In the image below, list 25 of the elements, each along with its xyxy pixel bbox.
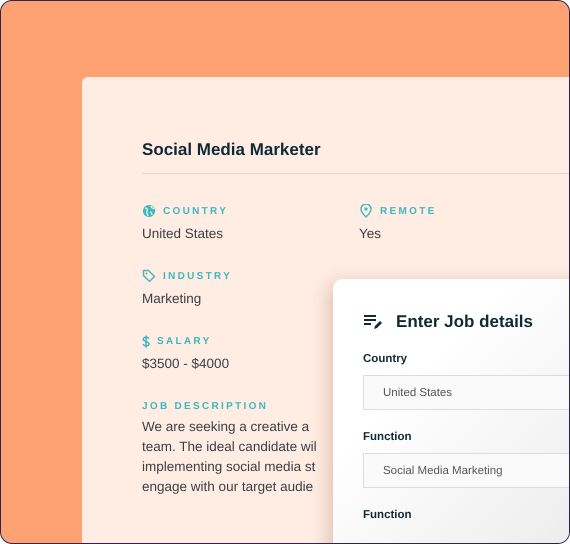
globe-icon [142,204,156,218]
job-title: Social Media Marketer [142,140,322,160]
field-label: COUNTRY [163,206,228,216]
input-field[interactable]: United States [363,375,569,410]
field-label: REMOTE [380,206,437,216]
input-field[interactable]: Social Media Marketing [363,453,569,488]
description-text: We are seeking a creative a [142,418,310,436]
description-text: implementing social media st [142,458,316,476]
location-pin-icon [359,204,373,218]
field-value: Yes [359,226,382,241]
section-label: JOB DESCRIPTION [142,401,270,412]
description-text: engage with our target audie [142,478,314,496]
edit-list-icon [363,313,383,331]
field-label: INDUSTRY [163,270,232,282]
field-label: Function [363,431,413,443]
field-label: SALARY [157,336,212,346]
dollar-icon [142,334,150,348]
description-text: team. The ideal candidate wil [142,438,317,456]
field-label: Country [363,353,408,365]
tag-icon [142,269,156,283]
panel-title: Enter Job details [396,312,533,332]
field-value: United States [142,226,224,241]
field-value: $3500 - $4000 [142,356,230,371]
field-value: Marketing [142,291,202,306]
field-label: Function [363,509,413,521]
